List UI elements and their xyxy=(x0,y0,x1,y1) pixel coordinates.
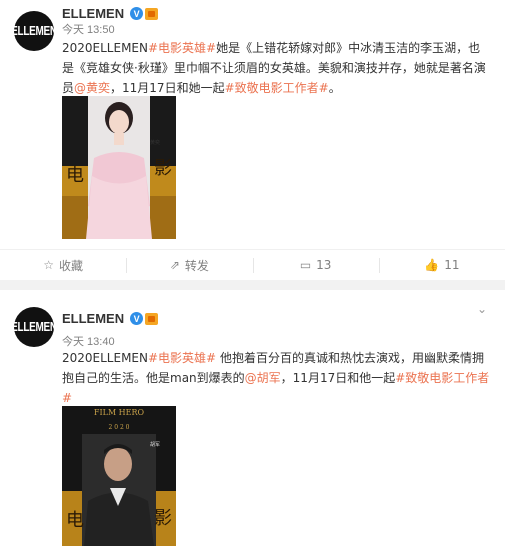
topic-link[interactable]: #致敬电影工作者# xyxy=(225,81,329,95)
mention-link[interactable]: @黄奕 xyxy=(74,81,110,95)
vip-crown-icon xyxy=(145,312,159,325)
image-caption: 胡军 xyxy=(150,441,160,448)
weibo-post-1: ELLEMEN ELLEMEN V 今天 13:50 2020ELLEMEN#电… xyxy=(0,0,505,280)
vip-crown-icon xyxy=(145,7,159,20)
mention-link[interactable]: @胡军 xyxy=(245,371,281,385)
post-image[interactable]: FILM HERO 2 0 2 0 电 影 胡军 xyxy=(62,406,176,546)
favorite-button[interactable]: ☆ 收藏 xyxy=(0,250,126,280)
comment-icon: ▭ xyxy=(299,258,312,272)
avatar[interactable]: ELLEMEN xyxy=(11,307,57,347)
post-actions: ☆ 收藏 ⇗ 转发 ▭ 13 👍 11 xyxy=(0,249,505,280)
weibo-post-2: ELLEMEN ELLEMEN V ⌄ 今天 13:40 2020ELLEMEN… xyxy=(0,290,505,546)
star-icon: ☆ xyxy=(43,258,54,272)
verified-v-icon: V xyxy=(130,7,144,20)
image-banner: FILM HERO xyxy=(94,408,145,417)
verified-v-icon: V xyxy=(130,312,144,325)
chevron-down-icon[interactable]: ⌄ xyxy=(477,303,491,315)
username[interactable]: ELLEMEN V xyxy=(62,311,159,326)
repost-button[interactable]: ⇗ 转发 xyxy=(126,250,252,280)
image-caption: 黄奕 xyxy=(150,139,160,146)
svg-text:电: 电 xyxy=(66,165,84,186)
thumbs-up-icon: 👍 xyxy=(424,258,440,272)
post-text: 2020ELLEMEN#电影英雄#她是《上错花轿嫁对郎》中冰清玉洁的李玉湖，也是… xyxy=(62,41,486,95)
post-time[interactable]: 今天 13:40 xyxy=(62,333,115,349)
like-button[interactable]: 👍 11 xyxy=(378,250,505,280)
comment-button[interactable]: ▭ 13 xyxy=(252,250,379,280)
topic-link[interactable]: #电影英雄# xyxy=(148,41,216,55)
post-image[interactable]: 电 影 黄奕 xyxy=(62,96,176,239)
username[interactable]: ELLEMEN V xyxy=(62,6,159,21)
repost-icon: ⇗ xyxy=(169,258,180,272)
post-time[interactable]: 今天 13:50 xyxy=(62,21,115,37)
svg-text:影: 影 xyxy=(154,158,172,179)
svg-text:影: 影 xyxy=(154,508,172,529)
avatar[interactable]: ELLEMEN xyxy=(11,11,57,51)
topic-link[interactable]: #电影英雄# xyxy=(148,351,216,365)
svg-text:电: 电 xyxy=(66,510,84,531)
image-year: 2 0 2 0 xyxy=(109,424,130,431)
username-text[interactable]: ELLEMEN xyxy=(62,311,124,326)
username-text[interactable]: ELLEMEN xyxy=(62,6,124,21)
